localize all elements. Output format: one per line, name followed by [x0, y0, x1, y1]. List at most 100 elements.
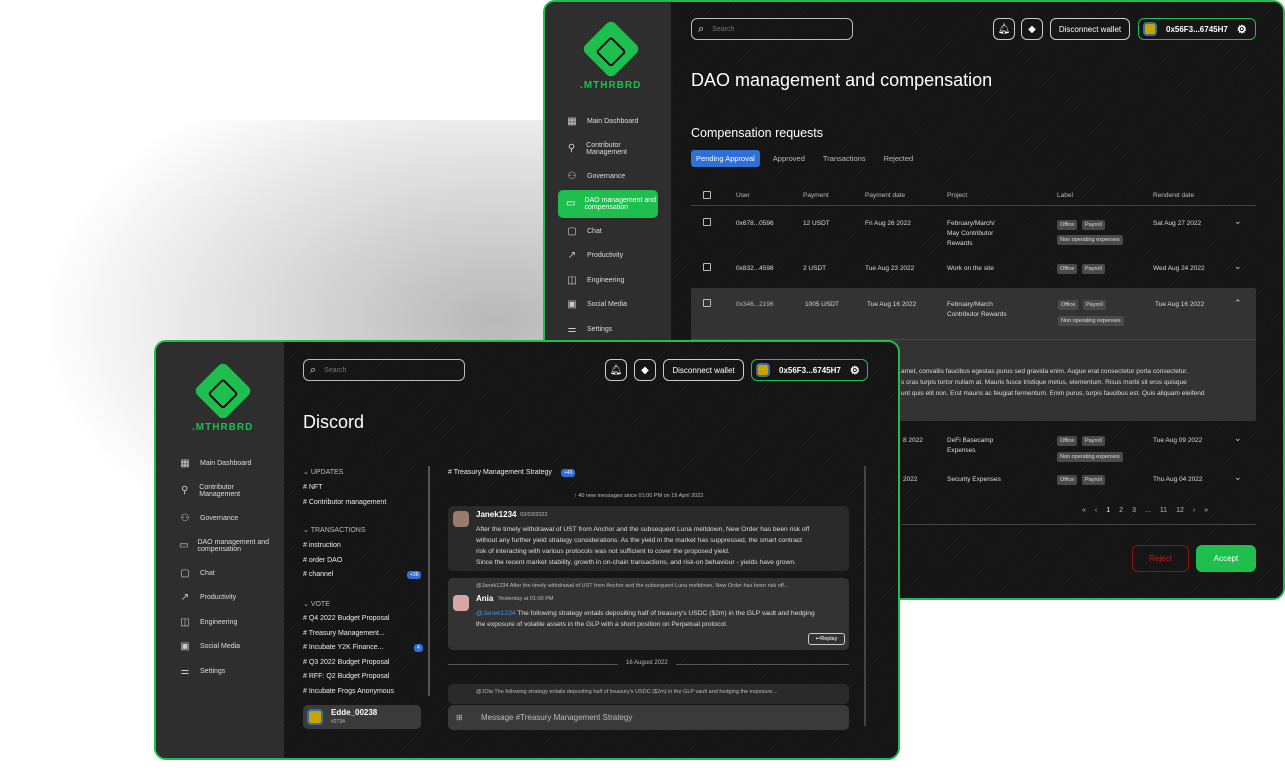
channel-item[interactable]: # Q4 2022 Budget Proposal	[303, 615, 389, 622]
nav-governance[interactable]: ⚇ Governance	[171, 507, 272, 529]
page-3[interactable]: 3	[1132, 507, 1136, 514]
message-text: the exposure of volatile assets in the G…	[476, 621, 728, 628]
channel-item[interactable]: # Q3 2022 Budget Proposal	[303, 659, 389, 666]
wallet-button[interactable]: 0x56F3...6745H7 ⚙	[751, 359, 868, 381]
chevron-down-icon[interactable]: ⌄	[1234, 216, 1242, 227]
tab-transactions[interactable]: Transactions	[818, 150, 871, 167]
mention[interactable]: @Janek1234	[476, 610, 516, 617]
label-nonop: Non operating expenses	[1058, 316, 1124, 326]
channel-item[interactable]: # channel	[303, 571, 333, 578]
disconnect-wallet-button[interactable]: Disconnect wallet	[1050, 18, 1130, 40]
row-checkbox[interactable]	[703, 218, 711, 226]
scrollbar[interactable]	[428, 466, 430, 696]
message-placeholder: Message #Treasury Management Strategy	[481, 713, 633, 722]
channel-item[interactable]: # RFF: Q2 Budget Proposal	[303, 673, 389, 680]
row-rdate: Tue Aug 09 2022	[1153, 437, 1203, 444]
nav-productivity[interactable]: ↗ Productivity	[171, 587, 272, 609]
front-window: .MTHRBRD ▦ Main Dashboard ⚲ Contributor Ma…	[154, 340, 900, 760]
page-11[interactable]: 11	[1160, 507, 1167, 514]
prev-page-button[interactable]: ‹	[1095, 507, 1097, 514]
current-user[interactable]: Edde_00238 #2734	[303, 705, 421, 729]
nav-social[interactable]: ▣ Social Media	[171, 636, 272, 658]
nav-social[interactable]: ▣ Social Media	[558, 294, 658, 316]
nav-contributor[interactable]: ⚲ Contributor Management	[171, 477, 272, 505]
channel-item[interactable]: # Contributor management	[303, 499, 386, 506]
divider	[691, 205, 1256, 206]
row-rdate: Thu Aug 04 2022	[1153, 476, 1203, 483]
section-vote[interactable]: ⌄ VOTE	[303, 600, 330, 608]
nav-productivity[interactable]: ↗ Productivity	[558, 245, 658, 267]
reply-reference[interactable]: @Janek1234 After the timely withdrawal o…	[476, 583, 788, 589]
ethereum-icon[interactable]: ◆	[1021, 18, 1043, 40]
chevron-up-icon[interactable]: ⌃	[1234, 298, 1242, 309]
tab-approved[interactable]: Approved	[768, 150, 810, 167]
card-icon: ▭	[179, 540, 189, 551]
nav-main-dashboard[interactable]: ▦ Main Dashboard	[558, 110, 658, 132]
chat-scrollbar[interactable]	[864, 466, 866, 726]
new-messages-banner[interactable]: ↑ 40 new messages since 01:00 PM on 19 A…	[574, 493, 703, 499]
page-2[interactable]: 2	[1119, 507, 1123, 514]
row-checkbox[interactable]	[703, 299, 711, 307]
nav-governance[interactable]: ⚇ Governance	[558, 165, 658, 187]
select-all-checkbox[interactable]	[703, 191, 711, 199]
nav-chat[interactable]: ▢ Chat	[171, 562, 272, 584]
reply-reference[interactable]: @JOla The following strategy entails dep…	[476, 689, 777, 695]
channel-item[interactable]: # order DAO	[303, 557, 342, 564]
row-checkbox[interactable]	[703, 263, 711, 271]
first-page-button[interactable]: «	[1082, 507, 1086, 514]
section-transactions[interactable]: ⌄ TRANSACTIONS	[303, 526, 366, 534]
channel-item[interactable]: # Incubate Y2K Finance...	[303, 644, 383, 651]
label-payroll: Payroll	[1082, 264, 1105, 274]
section-updates[interactable]: ⌄ UPDATES	[303, 468, 343, 476]
notification-icon[interactable]: 🔔︎	[605, 359, 627, 381]
front-sidebar: .MTHRBRD ▦ Main Dashboard ⚲ Contributor Ma…	[156, 342, 284, 758]
channel-item[interactable]: # NFT	[303, 484, 322, 491]
nav-dao[interactable]: ▭ DAO management and compensation	[558, 189, 658, 218]
last-page-button[interactable]: »	[1204, 507, 1208, 514]
nav-settings[interactable]: ⚌ Settings	[558, 318, 658, 340]
nav-main-dashboard[interactable]: ▦ Main Dashboard	[171, 452, 272, 474]
gear-icon: ⚙	[849, 364, 860, 377]
row-user: 0x832...4598	[736, 265, 774, 272]
row-rdate: Tue Aug 16 2022	[1155, 301, 1205, 308]
channel-item[interactable]: # Incubate Frogs Anonymous	[303, 688, 394, 695]
nav-contributor[interactable]: ⚲ Contributor Management	[558, 135, 658, 163]
logo-text: .MTHRBRD	[580, 80, 642, 91]
nav-chat[interactable]: ▢ Chat	[558, 220, 658, 242]
tab-pending[interactable]: Pending Approval	[691, 150, 760, 167]
nav-engineering[interactable]: ◫ Engineering	[171, 611, 272, 633]
users-icon: ⚇	[567, 170, 577, 182]
chevron-down-icon[interactable]: ⌄	[1234, 261, 1242, 272]
reply-button[interactable]: ↩ Replay	[808, 633, 845, 645]
search-icon: ⌕	[310, 363, 317, 376]
search-icon: ⌕	[698, 22, 705, 35]
next-page-button[interactable]: ›	[1193, 507, 1195, 514]
nav-settings[interactable]: ⚌ Settings	[171, 660, 272, 682]
chevron-down-icon[interactable]: ⌄	[1234, 472, 1242, 483]
nav-dao[interactable]: ▭ DAO management and compensation	[171, 532, 272, 560]
notification-icon[interactable]: 🔔︎	[993, 18, 1015, 40]
ethereum-icon[interactable]: ◆	[634, 359, 656, 381]
disconnect-wallet-button[interactable]: Disconnect wallet	[663, 359, 744, 381]
channel-item[interactable]: # Treasury Management...	[303, 630, 385, 637]
trend-icon: ↗	[567, 250, 577, 261]
label-office: Office	[1058, 300, 1079, 310]
channel-item[interactable]: # instruction	[303, 542, 341, 549]
page-1[interactable]: 1	[1106, 507, 1110, 514]
wallet-button[interactable]: 0x56F3...6745H7 ⚙	[1138, 18, 1256, 40]
message-author: Janek1234	[476, 510, 517, 519]
expanded-text: amet, convallis faucibus egestas purus s…	[901, 368, 1188, 375]
page-title: DAO management and compensation	[691, 70, 993, 90]
chevron-down-icon[interactable]: ⌄	[1234, 433, 1242, 444]
attach-icon[interactable]: ⊞	[456, 713, 463, 722]
back-search-input[interactable]: ⌕ Search	[691, 18, 853, 40]
accept-button[interactable]: Accept	[1196, 545, 1256, 572]
front-search-input[interactable]: ⌕ Search	[303, 359, 465, 381]
label-nonop: Non operating expenses	[1057, 452, 1123, 462]
tab-rejected[interactable]: Rejected	[879, 150, 919, 167]
reject-button[interactable]: Reject	[1132, 545, 1189, 572]
page-12[interactable]: 12	[1176, 507, 1184, 514]
nav-engineering[interactable]: ◫ Engineering	[558, 269, 658, 291]
message-time: 03/03/2022	[520, 512, 548, 518]
expanded-text: unt quis elit non. Erst mauris ac feugia…	[901, 390, 1205, 397]
